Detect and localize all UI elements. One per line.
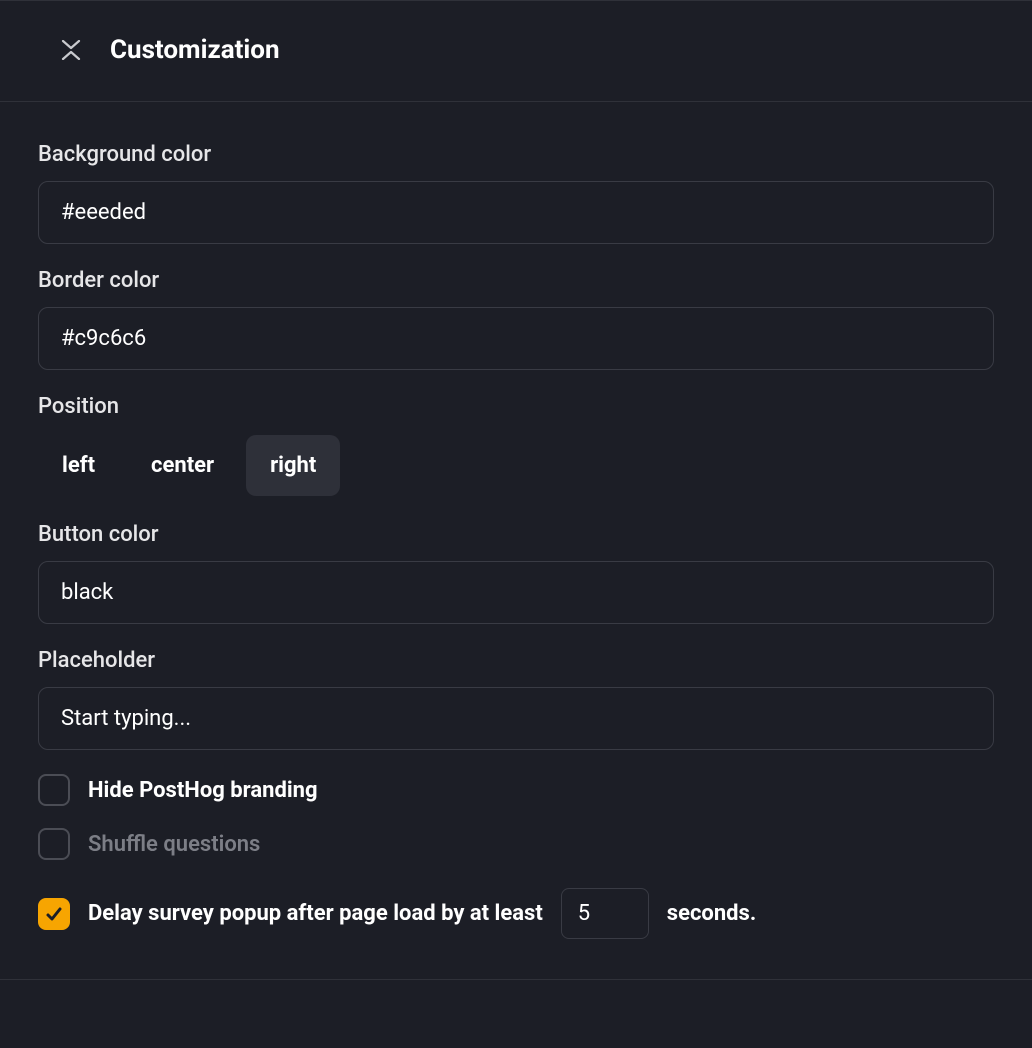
- position-option-center[interactable]: center: [127, 435, 238, 496]
- button-color-input[interactable]: [38, 561, 994, 624]
- hide-branding-row: Hide PostHog branding: [38, 774, 994, 806]
- border-color-input[interactable]: [38, 307, 994, 370]
- background-color-input[interactable]: [38, 181, 994, 244]
- customization-panel: Customization Background color Border co…: [0, 0, 1032, 980]
- position-option-right[interactable]: right: [246, 435, 340, 496]
- shuffle-questions-row: Shuffle questions: [38, 828, 994, 860]
- panel-title: Customization: [110, 35, 280, 65]
- position-field: Position left center right: [38, 394, 994, 498]
- shuffle-questions-checkbox[interactable]: [38, 828, 70, 860]
- hide-branding-checkbox[interactable]: [38, 774, 70, 806]
- position-label: Position: [38, 394, 994, 419]
- placeholder-field: Placeholder: [38, 648, 994, 750]
- panel-body: Background color Border color Position l…: [0, 102, 1032, 979]
- panel-header[interactable]: Customization: [0, 1, 1032, 102]
- delay-popup-suffix: seconds.: [667, 901, 756, 926]
- position-segmented: left center right: [38, 433, 340, 498]
- button-color-field: Button color: [38, 522, 994, 624]
- border-color-field: Border color: [38, 268, 994, 370]
- button-color-label: Button color: [38, 522, 994, 547]
- delay-popup-prefix: Delay survey popup after page load by at…: [88, 901, 543, 926]
- position-option-left[interactable]: left: [38, 435, 119, 496]
- delay-seconds-input[interactable]: [561, 888, 649, 939]
- background-color-field: Background color: [38, 142, 994, 244]
- shuffle-questions-label: Shuffle questions: [88, 832, 260, 857]
- delay-popup-checkbox[interactable]: [38, 898, 70, 930]
- border-color-label: Border color: [38, 268, 994, 293]
- delay-popup-row: Delay survey popup after page load by at…: [38, 888, 994, 939]
- hide-branding-label: Hide PostHog branding: [88, 778, 318, 803]
- background-color-label: Background color: [38, 142, 994, 167]
- collapse-icon: [60, 40, 82, 60]
- placeholder-label: Placeholder: [38, 648, 994, 673]
- placeholder-input[interactable]: [38, 687, 994, 750]
